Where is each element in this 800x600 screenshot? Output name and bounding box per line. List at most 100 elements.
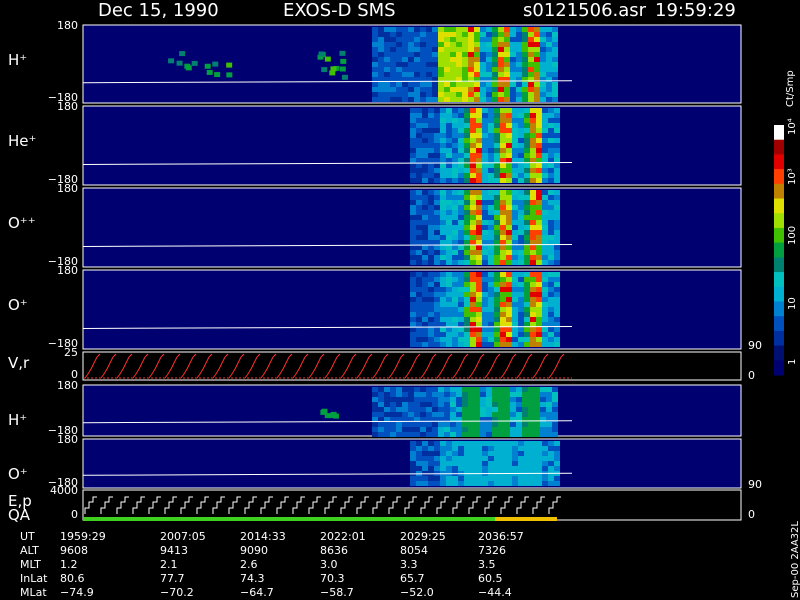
heatmap-cell	[464, 220, 470, 225]
heatmap-cell	[546, 402, 552, 407]
heatmap-cell	[552, 72, 558, 77]
heatmap-cell	[438, 412, 444, 417]
heatmap-cell	[554, 292, 560, 297]
heatmap-cell	[420, 402, 426, 407]
heatmap-cell	[226, 72, 233, 78]
heatmap-cell	[476, 168, 482, 173]
heatmap-cell	[464, 456, 470, 461]
heatmap-cell	[552, 97, 558, 102]
heatmap-cell	[470, 456, 476, 461]
heatmap-cell	[498, 42, 504, 47]
heatmap-cell	[554, 317, 560, 322]
heatmap-cell	[396, 97, 402, 102]
heatmap-cell	[498, 82, 504, 87]
heatmap-cell	[500, 307, 506, 312]
heatmap-cell	[542, 292, 548, 297]
heatmap-cell	[500, 327, 506, 332]
heatmap-cell	[416, 312, 422, 317]
heatmap-cell	[476, 220, 482, 225]
heatmap-cell	[226, 62, 233, 68]
heatmap-cell	[542, 302, 548, 307]
heatmap-cell	[542, 250, 548, 255]
heatmap-cell	[446, 446, 452, 451]
heatmap-cell	[384, 42, 390, 47]
heatmap-cell	[446, 277, 452, 282]
heatmap-cell	[402, 32, 408, 37]
heatmap-cell	[530, 342, 536, 347]
heatmap-cell	[426, 387, 432, 392]
heatmap-cell	[416, 245, 422, 250]
heatmap-cell	[414, 27, 420, 32]
heatmap-cell	[444, 432, 450, 437]
tick-label: 180	[57, 264, 78, 277]
heatmap-cell	[456, 27, 462, 32]
heatmap-cell	[452, 466, 458, 471]
heatmap-cell	[446, 322, 452, 327]
heatmap-cell	[542, 272, 548, 277]
heatmap-cell	[504, 97, 510, 102]
heatmap-cell	[500, 260, 506, 265]
heatmap-cell	[552, 32, 558, 37]
heatmap-cell	[416, 337, 422, 342]
heatmap-cell	[384, 387, 390, 392]
heatmap-cell	[440, 143, 446, 148]
heatmap-cell	[396, 27, 402, 32]
heatmap-cell	[548, 337, 554, 342]
heatmap-cell	[434, 148, 440, 153]
heatmap-cell	[384, 32, 390, 37]
heatmap-cell	[540, 397, 546, 402]
heatmap-cell	[414, 422, 420, 427]
heatmap-cell	[486, 47, 492, 52]
heatmap-cell	[518, 337, 524, 342]
heatmap-cell	[534, 32, 540, 37]
heatmap-cell	[542, 225, 548, 230]
heatmap-cell	[410, 128, 416, 133]
heatmap-cell	[530, 235, 536, 240]
heatmap-cell	[464, 317, 470, 322]
heatmap-cell	[494, 327, 500, 332]
heatmap-cell	[456, 52, 462, 57]
heatmap-cell	[438, 407, 444, 412]
heatmap-cell	[408, 432, 414, 437]
heatmap-cell	[522, 432, 528, 437]
heatmap-cell	[524, 260, 530, 265]
heatmap-cell	[410, 168, 416, 173]
heatmap-cell	[518, 451, 524, 456]
heatmap-cell	[434, 200, 440, 205]
heatmap-cell	[428, 245, 434, 250]
heatmap-cell	[384, 427, 390, 432]
heatmap-cell	[506, 272, 512, 277]
heatmap-cell	[524, 225, 530, 230]
heatmap-cell	[204, 63, 211, 69]
heatmap-cell	[416, 143, 422, 148]
heatmap-cell	[548, 466, 554, 471]
heatmap-cell	[522, 32, 528, 37]
heatmap-cell	[554, 118, 560, 123]
heatmap-cell	[452, 307, 458, 312]
heatmap-cell	[488, 133, 494, 138]
heatmap-cell	[482, 133, 488, 138]
ephem-value: 2007:05	[160, 530, 206, 543]
heatmap-cell	[482, 250, 488, 255]
heatmap-cell	[536, 225, 542, 230]
heatmap-cell	[384, 412, 390, 417]
heatmap-cell	[548, 133, 554, 138]
heatmap-cell	[498, 402, 504, 407]
heatmap-cell	[534, 42, 540, 47]
heatmap-cell	[512, 173, 518, 178]
heatmap-cell	[422, 178, 428, 183]
heatmap-cell	[450, 72, 456, 77]
heatmap-cell	[324, 56, 331, 62]
heatmap-cell	[476, 240, 482, 245]
heatmap-cell	[480, 432, 486, 437]
heatmap-cell	[410, 210, 416, 215]
heatmap-cell	[450, 32, 456, 37]
heatmap-cell	[494, 133, 500, 138]
heatmap-cell	[512, 312, 518, 317]
heatmap-cell	[548, 297, 554, 302]
heatmap-cell	[518, 302, 524, 307]
heatmap-cell	[536, 255, 542, 260]
heatmap-cell	[482, 292, 488, 297]
heatmap-cell	[476, 245, 482, 250]
heatmap-cell	[410, 148, 416, 153]
